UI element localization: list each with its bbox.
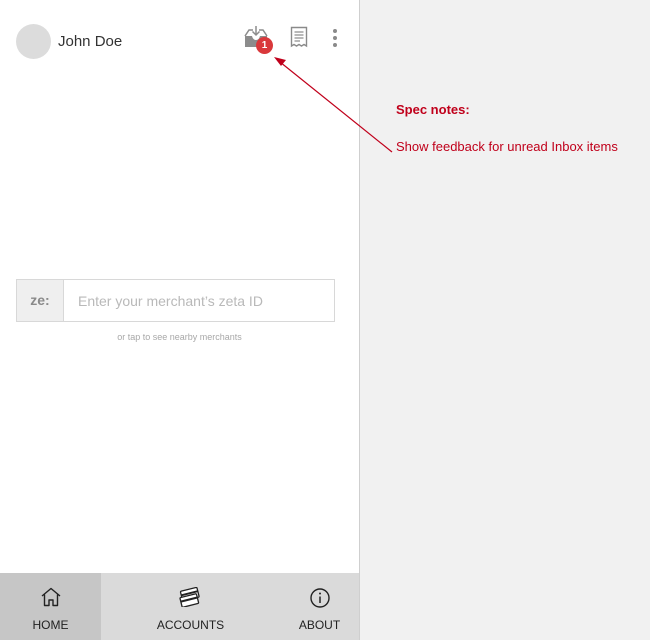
phone-screen: John Doe 1 ze: or tap to see nearby bbox=[0, 0, 360, 640]
nav-item-about[interactable]: ABOUT bbox=[280, 573, 359, 640]
nav-label-home: HOME bbox=[32, 618, 69, 632]
avatar[interactable] bbox=[16, 24, 51, 59]
merchant-id-input[interactable] bbox=[67, 280, 329, 321]
nav-item-accounts[interactable]: ACCOUNTS bbox=[101, 573, 280, 640]
more-vert-icon bbox=[333, 29, 337, 47]
bottom-navigation: HOME ACCOUNTS ABOUT bbox=[0, 573, 359, 640]
merchant-id-field[interactable]: ze: bbox=[16, 279, 335, 322]
receipt-icon bbox=[290, 26, 308, 48]
inbox-button[interactable]: 1 bbox=[242, 26, 274, 54]
overflow-menu-button[interactable] bbox=[329, 26, 341, 50]
info-icon bbox=[309, 588, 330, 608]
nav-item-home[interactable]: HOME bbox=[0, 573, 101, 640]
nav-label-about: ABOUT bbox=[298, 618, 341, 632]
zeta-prefix-label: ze: bbox=[17, 280, 64, 321]
home-icon bbox=[41, 587, 60, 607]
user-name[interactable]: John Doe bbox=[58, 33, 122, 50]
nearby-merchants-link[interactable]: or tap to see nearby merchants bbox=[0, 332, 359, 342]
unread-badge: 1 bbox=[256, 37, 273, 54]
receipt-button[interactable] bbox=[290, 26, 310, 50]
nav-label-accounts: ACCOUNTS bbox=[156, 618, 225, 632]
spec-notes-body: Show feedback for unread Inbox items bbox=[396, 139, 618, 154]
cards-icon bbox=[178, 587, 200, 607]
spec-notes-title: Spec notes: bbox=[396, 102, 470, 117]
